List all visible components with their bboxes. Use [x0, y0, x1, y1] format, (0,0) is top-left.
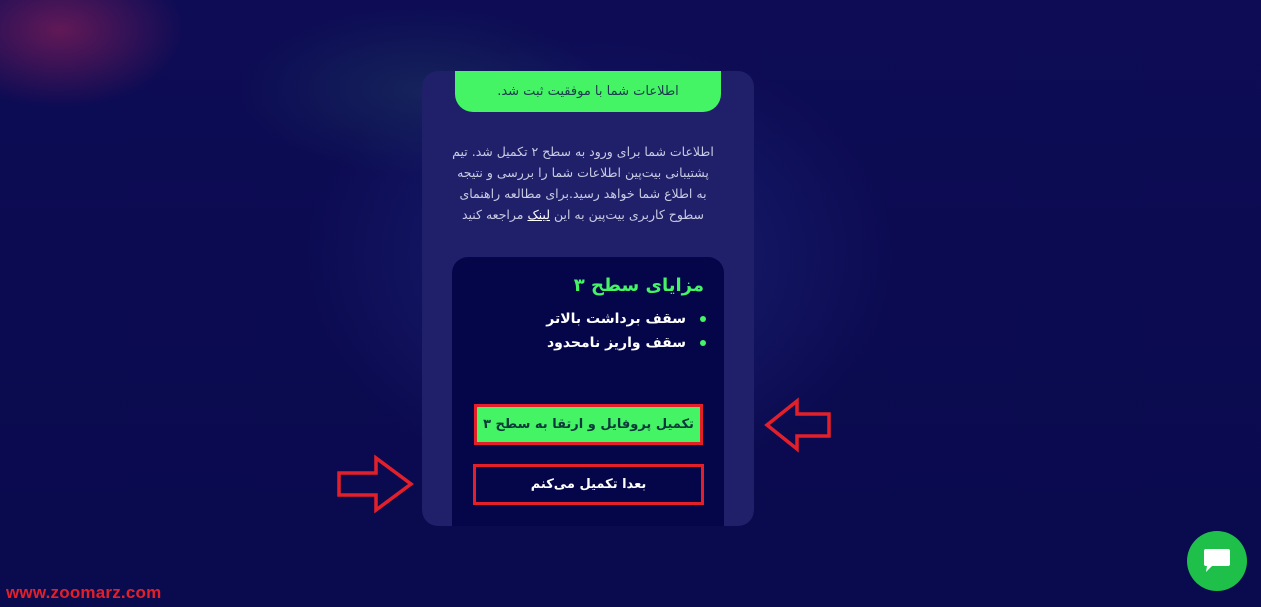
arrow-right-icon: [337, 454, 414, 514]
upgrade-level-button-label: تکمیل پروفایل و ارتقا به سطح ۳: [480, 410, 697, 439]
success-banner: اطلاعات شما با موفقیت ثبت شد.: [455, 71, 721, 112]
description-text-end: مراجعه کنید: [461, 207, 528, 222]
arrow-left-icon: [764, 397, 831, 453]
bullet-icon: [700, 316, 706, 322]
guide-link[interactable]: لینک: [527, 207, 550, 222]
verification-card: اطلاعات شما با موفقیت ثبت شد. اطلاعات شم…: [422, 71, 754, 526]
chat-support-button[interactable]: [1187, 531, 1247, 591]
bullet-icon: [700, 340, 706, 346]
success-banner-text: اطلاعات شما با موفقیت ثبت شد.: [497, 84, 679, 99]
chat-bubble-icon: [1204, 549, 1230, 572]
complete-later-button[interactable]: بعدا تکمیل می‌کنم: [473, 464, 704, 505]
list-item: سقف واریز نامحدود: [546, 331, 706, 355]
benefits-list: سقف برداشت بالاتر سقف واریز نامحدود: [546, 307, 706, 355]
benefit-label: سقف برداشت بالاتر: [546, 311, 686, 327]
benefit-label: سقف واریز نامحدود: [546, 335, 686, 351]
benefits-title: مزایای سطح ۳: [573, 275, 704, 296]
complete-later-button-label: بعدا تکمیل می‌کنم: [530, 477, 647, 492]
upgrade-level-button[interactable]: تکمیل پروفایل و ارتقا به سطح ۳: [474, 404, 703, 445]
watermark-text: www.zoomarz.com: [6, 583, 162, 602]
list-item: سقف برداشت بالاتر: [546, 307, 706, 331]
level-description: اطلاعات شما برای ورود به سطح ۲ تکمیل شد.…: [452, 141, 714, 225]
